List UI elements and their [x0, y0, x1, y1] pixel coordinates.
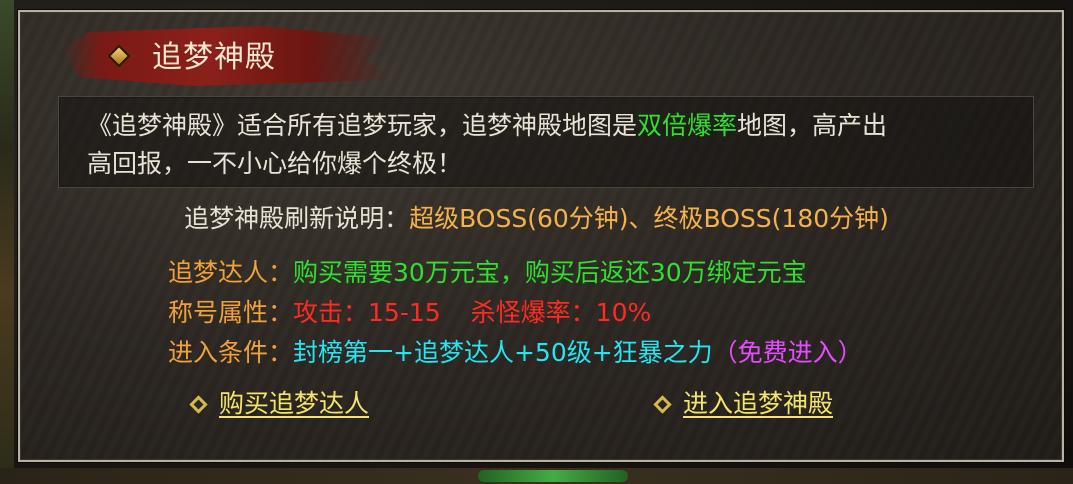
refresh-value: 超级BOSS(60分钟)、终极BOSS(180分钟) — [409, 204, 889, 233]
description-highlight: 双倍爆率 — [637, 111, 738, 140]
description-text-3: 高回报，一不小心给你爆个终极！ — [87, 149, 463, 178]
description-box: 《追梦神殿》适合所有追梦玩家，追梦神殿地图是双倍爆率地图，高产出 高回报，一不小… — [58, 96, 1034, 188]
drop-rate-value: 杀怪爆率：10% — [470, 298, 652, 327]
refresh-label: 追梦神殿刷新说明： — [184, 204, 410, 233]
row-entry-condition: 进入条件：封榜第一+追梦达人+50级+狂暴之力（免费进入） — [168, 334, 863, 372]
row-dream-master: 追梦达人：购买需要30万元宝，购买后返还30万绑定元宝 — [168, 254, 807, 292]
condition-value: 封榜第一+追梦达人+50级+狂暴之力 — [293, 338, 713, 367]
game-background-left — [0, 0, 14, 484]
enter-dream-temple-button[interactable]: 进入追梦神殿 — [653, 384, 834, 424]
row-key: 称号属性： — [168, 298, 294, 327]
row-value: 购买需要30万元宝，购买后返还30万绑定元宝 — [293, 258, 807, 287]
row-key: 追梦达人： — [168, 258, 294, 287]
row-title-attributes: 称号属性：攻击：15-15 杀怪爆率：10% — [168, 294, 651, 332]
attack-value: 攻击：15-15 — [293, 298, 441, 327]
enter-dream-temple-label: 进入追梦神殿 — [683, 389, 834, 418]
refresh-info: 追梦神殿刷新说明：超级BOSS(60分钟)、终极BOSS(180分钟) — [0, 200, 1073, 238]
diamond-bullet-icon — [189, 394, 208, 414]
game-screen: 追梦神殿 《追梦神殿》适合所有追梦玩家，追梦神殿地图是双倍爆率地图，高产出 高回… — [0, 0, 1073, 484]
description-text-1: 《追梦神殿》适合所有追梦玩家，追梦神殿地图是 — [87, 111, 638, 140]
bottom-hud-bar — [478, 470, 628, 482]
buy-dream-master-button[interactable]: 购买追梦达人 — [189, 384, 370, 424]
row-key: 进入条件： — [168, 338, 294, 367]
panel-title: 追梦神殿 — [152, 40, 276, 75]
buy-dream-master-label: 购买追梦达人 — [219, 389, 370, 418]
diamond-bullet-icon — [653, 394, 672, 414]
description-text-2: 地图，高产出 — [737, 111, 888, 140]
free-entry-note: （免费进入） — [712, 338, 863, 367]
